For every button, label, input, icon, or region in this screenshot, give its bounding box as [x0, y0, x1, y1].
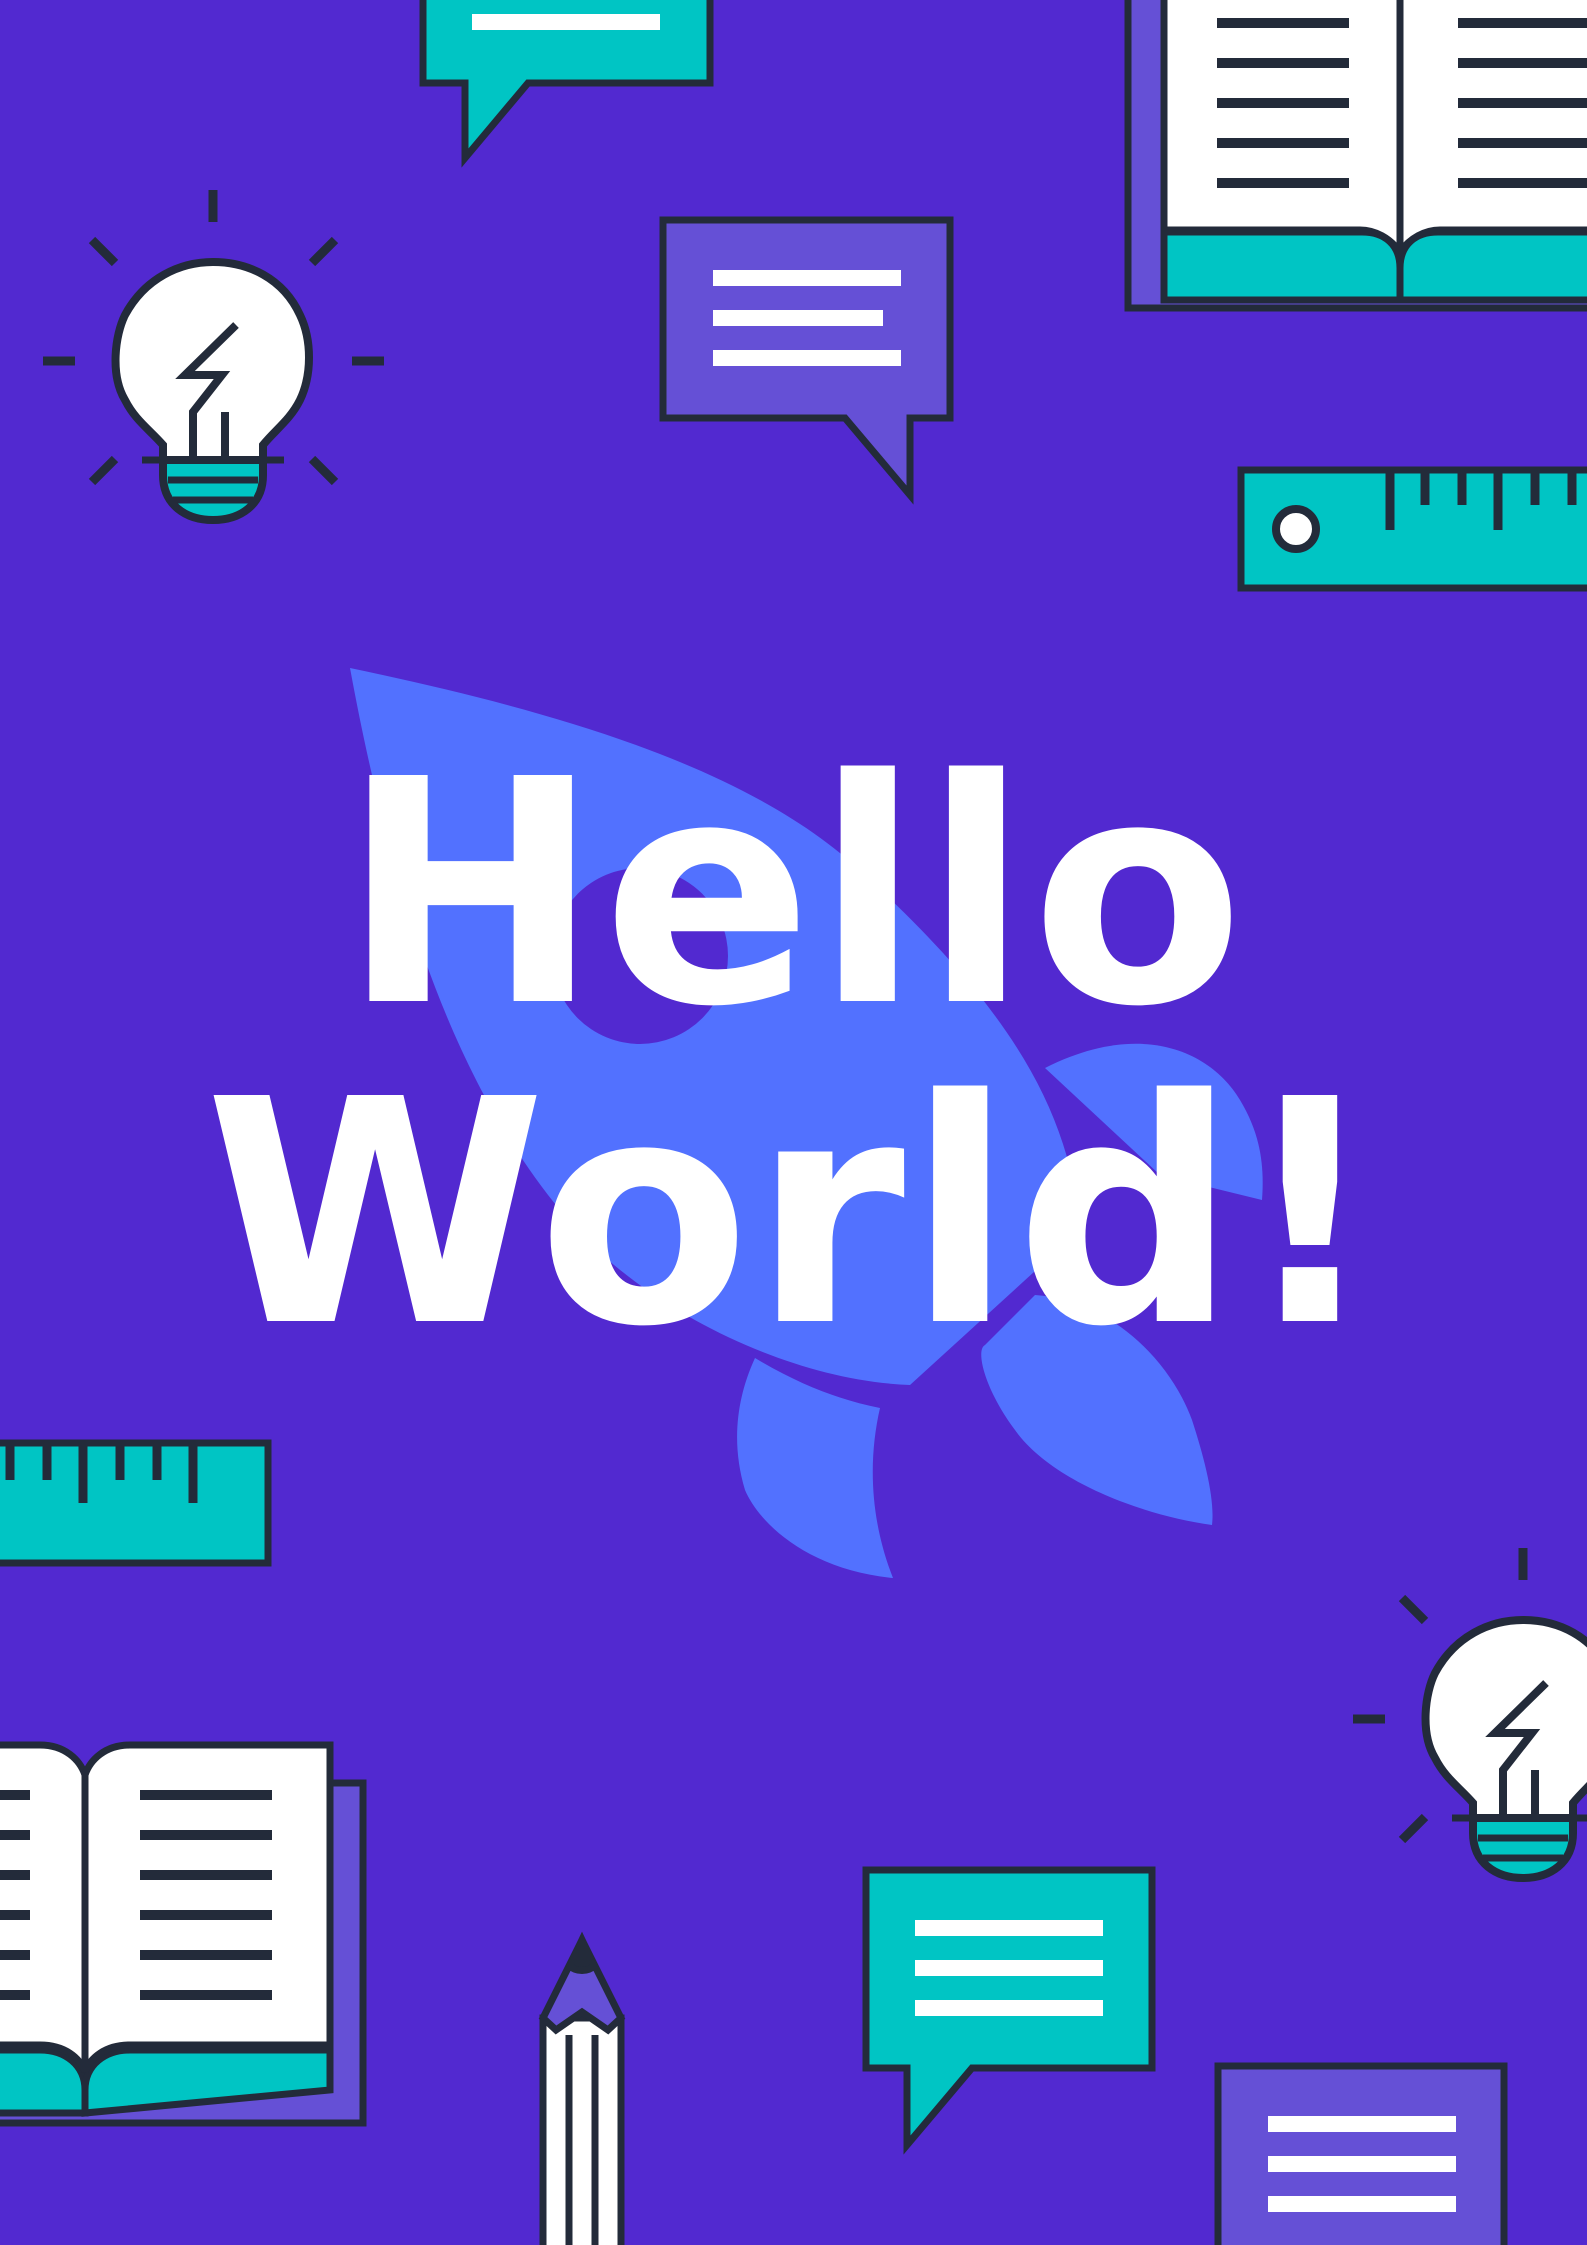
light-bulb-icon	[1353, 1548, 1587, 1883]
pencil-icon	[538, 1931, 626, 2245]
light-bulb-icon	[43, 190, 384, 525]
ruler-icon	[0, 1439, 272, 1567]
speech-bubble-icon	[659, 216, 954, 505]
speech-bubble-icon	[419, 0, 714, 168]
speech-bubble-icon	[1214, 2062, 1508, 2245]
poster: Hello World!	[0, 0, 1587, 2245]
open-book-icon	[1124, 0, 1587, 312]
headline-line-2: World!	[204, 1034, 1383, 1395]
ruler-icon	[1237, 466, 1587, 592]
speech-bubble-icon	[862, 1866, 1156, 2155]
open-book-icon	[0, 1741, 367, 2127]
headline-line-1: Hello	[340, 714, 1247, 1075]
